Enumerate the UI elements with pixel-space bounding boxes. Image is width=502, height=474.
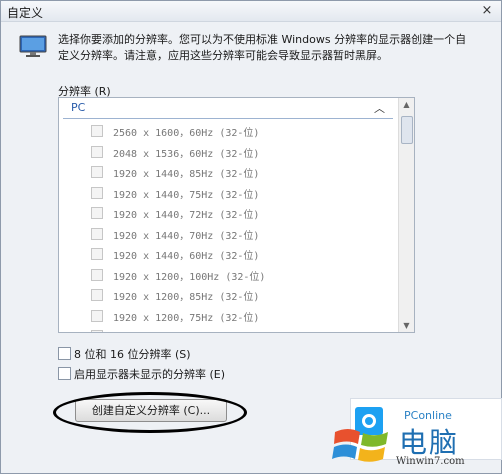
- list-item[interactable]: 1920 x 1440，60Hz (32-位): [59, 245, 397, 266]
- resolution-checkbox[interactable]: [91, 289, 103, 301]
- bit-depth-checkbox[interactable]: [58, 347, 71, 360]
- resolution-label: 1920 x 1440，72Hz (32-位): [113, 210, 260, 221]
- list-item[interactable]: 1920 x 1200，72Hz (32-位): [59, 327, 397, 332]
- resolution-label: 1920 x 1440，85Hz (32-位): [113, 169, 260, 180]
- resolution-label: 1920 x 1440，60Hz (32-位): [113, 251, 260, 262]
- list-item[interactable]: 1920 x 1200，75Hz (32-位): [59, 307, 397, 328]
- create-custom-resolution-button[interactable]: 创建自定义分辨率 (C)...: [75, 399, 227, 422]
- unsupported-resolutions-label: 启用显示器未显示的分辨率 (E): [74, 368, 226, 381]
- resolution-label: 1920 x 1200，100Hz (32-位): [113, 271, 266, 283]
- group-name: PC: [71, 101, 86, 114]
- resolution-label: 1920 x 1200，72Hz (32-位): [113, 329, 259, 332]
- bit-depth-label: 8 位和 16 位分辨率 (S): [74, 348, 191, 361]
- vertical-scrollbar[interactable]: ▲ ▼: [398, 98, 414, 332]
- list-item[interactable]: 1920 x 1200，100Hz (32-位): [59, 266, 397, 287]
- watermark-site: Winwin7.com: [396, 456, 465, 467]
- resolution-label: 1920 x 1440，75Hz (32-位): [113, 189, 260, 201]
- unsupported-resolutions-option[interactable]: 启用显示器未显示的分辨率 (E): [58, 366, 225, 382]
- list-item[interactable]: 1920 x 1440，85Hz (32-位): [59, 163, 397, 184]
- description-text: 选择你要添加的分辨率。您可以为不使用标准 Windows 分辨率的显示器创建一个…: [58, 33, 467, 62]
- resolution-label: 2048 x 1536，60Hz (32-位): [113, 148, 260, 160]
- resolution-checkbox[interactable]: [91, 227, 103, 240]
- group-header-pc[interactable]: PC ︿: [63, 100, 393, 119]
- list-item[interactable]: 1920 x 1440，75Hz (32-位): [59, 184, 397, 205]
- resolution-list[interactable]: PC ︿ 2560 x 1600，60Hz (32-位) 2048 x 1536，…: [58, 97, 415, 333]
- window-title: 自定义: [7, 6, 44, 20]
- list-item[interactable]: 2560 x 1600，60Hz (32-位): [59, 122, 397, 143]
- close-button[interactable]: ×: [477, 3, 497, 19]
- watermark-big-text: 电脑: [399, 426, 460, 459]
- resolution-label: 1920 x 1200，75Hz (32-位): [113, 312, 260, 324]
- scroll-up-icon[interactable]: ▲: [399, 100, 414, 109]
- monitor-icon: [19, 35, 47, 57]
- resolution-checkbox[interactable]: [91, 268, 103, 281]
- scroll-down-icon[interactable]: ▼: [399, 321, 414, 330]
- resolution-label: 1920 x 1200，85Hz (32-位): [113, 292, 260, 303]
- windows-logo-icon: [332, 429, 388, 462]
- collapse-caret-icon[interactable]: ︿: [374, 100, 385, 116]
- resolution-checkbox[interactable]: [91, 186, 103, 199]
- resolution-checkbox[interactable]: [91, 145, 103, 158]
- unsupported-resolutions-checkbox[interactable]: [58, 367, 71, 380]
- resolution-checkbox[interactable]: [91, 309, 103, 322]
- list-item[interactable]: 2048 x 1536，60Hz (32-位): [59, 143, 397, 164]
- resolution-checkbox[interactable]: [91, 125, 103, 137]
- resolution-checkbox[interactable]: [91, 248, 103, 260]
- scroll-thumb[interactable]: [401, 116, 413, 144]
- resolution-rows: 2560 x 1600，60Hz (32-位) 2048 x 1536，60Hz …: [59, 122, 397, 332]
- list-item[interactable]: 1920 x 1200，85Hz (32-位): [59, 286, 397, 307]
- resolution-checkbox[interactable]: [91, 207, 103, 219]
- title-bar: 自定义 ×: [1, 1, 501, 22]
- resolution-label: 1920 x 1440，70Hz (32-位): [113, 230, 260, 242]
- list-item[interactable]: 1920 x 1440，70Hz (32-位): [59, 225, 397, 246]
- bit-depth-option[interactable]: 8 位和 16 位分辨率 (S): [58, 346, 191, 362]
- resolution-label: 2560 x 1600，60Hz (32-位): [113, 128, 260, 139]
- resolution-checkbox[interactable]: [91, 166, 103, 178]
- resolution-checkbox[interactable]: [91, 330, 103, 332]
- list-item[interactable]: 1920 x 1440，72Hz (32-位): [59, 204, 397, 225]
